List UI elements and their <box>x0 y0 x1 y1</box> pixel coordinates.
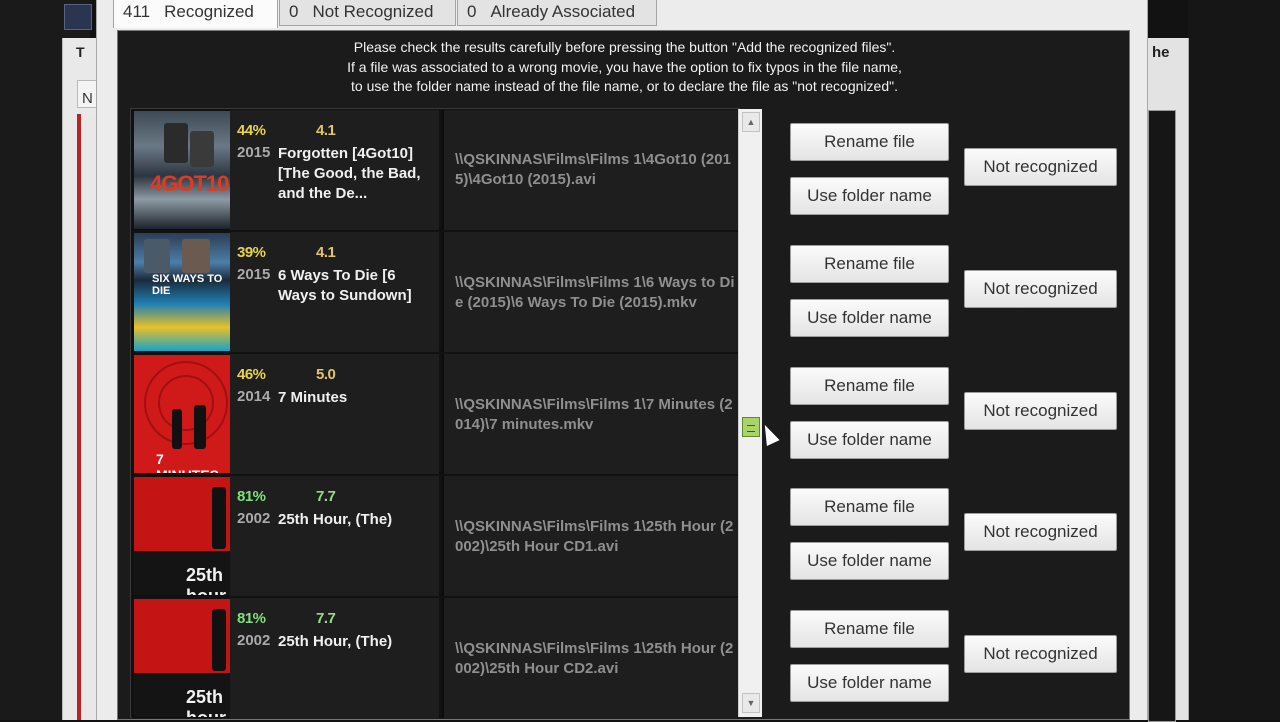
match-info: 44% 4.1 2015 Forgotten [4Got10] [The Goo… <box>230 110 439 230</box>
match-percent: 81% <box>237 488 266 505</box>
file-path: \\QSKINNAS\Films\Films 1\25th Hour (2002… <box>455 518 734 555</box>
movie-year: 2002 <box>237 632 271 649</box>
results-scrollbar[interactable]: ▲ ▼ <box>738 109 762 717</box>
movie-year: 2002 <box>237 510 271 527</box>
match-percent: 46% <box>237 366 266 383</box>
movie-poster: SIX WAYS TO DIE <box>134 233 230 351</box>
scroll-down-icon[interactable]: ▼ <box>742 693 760 713</box>
use-folder-name-button[interactable]: Use folder name <box>790 177 949 215</box>
rename-file-button[interactable]: Rename file <box>790 488 949 526</box>
result-row[interactable]: 7 MINUTES 46% 5.0 2014 7 Minutes \\QSKIN… <box>132 354 750 474</box>
not-recognized-button[interactable]: Not recognized <box>964 148 1117 186</box>
movie-title: 6 Ways To Die [6 Ways to Sundown] <box>278 267 412 304</box>
file-path-cell: \\QSKINNAS\Films\Films 1\25th Hour (2002… <box>442 476 750 596</box>
match-info: 39% 4.1 2015 6 Ways To Die [6 Ways to Su… <box>230 232 439 352</box>
poster-figure <box>172 409 182 449</box>
movie-rating: 7.7 <box>316 488 336 505</box>
parent-heading: he <box>1152 44 1170 61</box>
file-path-cell: \\QSKINNAS\Films\Films 1\6 Ways to Die (… <box>442 232 750 352</box>
instruction-line: Please check the results carefully befor… <box>353 39 896 55</box>
rename-file-button[interactable]: Rename file <box>790 245 949 283</box>
poster-figure <box>194 405 206 449</box>
results-panel: Please check the results carefully befor… <box>117 30 1130 720</box>
movie-title: 7 Minutes <box>278 389 348 406</box>
not-recognized-button[interactable]: Not recognized <box>964 270 1117 308</box>
movie-year: 2015 <box>237 266 271 283</box>
instructions-text: Please check the results carefully befor… <box>118 38 1131 97</box>
result-row[interactable]: 4GOT10 44% 4.1 2015 Forgotten [4Got10] [… <box>132 110 750 230</box>
poster-title: 25th hour <box>186 687 226 717</box>
poster-title: 4GOT10 <box>150 171 229 196</box>
poster-title: 7 MINUTES <box>156 451 219 473</box>
parent-content-right <box>1148 110 1176 722</box>
tab-recognized[interactable]: 411 Recognized <box>113 0 278 28</box>
instruction-line: If a file was associated to a wrong movi… <box>347 58 902 75</box>
file-path: \\QSKINNAS\Films\Films 1\4Got10 (2015)\4… <box>455 151 731 188</box>
file-path: \\QSKINNAS\Films\Films 1\25th Hour (2002… <box>455 640 734 677</box>
poster-figure <box>182 239 210 273</box>
scroll-up-icon[interactable]: ▲ <box>742 112 760 132</box>
rename-file-button[interactable]: Rename file <box>790 123 949 161</box>
not-recognized-button[interactable]: Not recognized <box>964 392 1117 430</box>
results-list[interactable]: 4GOT10 44% 4.1 2015 Forgotten [4Got10] [… <box>130 108 750 718</box>
movie-title: 25th Hour, (The) <box>278 511 393 528</box>
tab-count: 411 <box>123 2 151 21</box>
movie-year: 2015 <box>237 144 271 161</box>
result-row[interactable]: 25th hour 81% 7.7 2002 25th Hour, (The) … <box>132 598 750 718</box>
file-path-cell: \\QSKINNAS\Films\Films 1\4Got10 (2015)\4… <box>442 110 750 230</box>
poster-title: SIX WAYS TO DIE <box>152 273 223 297</box>
file-path-cell: \\QSKINNAS\Films\Films 1\25th Hour (2002… <box>442 598 750 718</box>
match-info: 46% 5.0 2014 7 Minutes <box>230 354 439 474</box>
poster-figure <box>190 131 214 167</box>
poster-figure <box>164 123 188 163</box>
poster-figure <box>212 609 226 671</box>
movie-rating: 4.1 <box>316 122 336 139</box>
parent-title: T <box>76 44 85 60</box>
poster-title: 25th hour <box>186 565 226 595</box>
use-folder-name-button[interactable]: Use folder name <box>790 664 949 702</box>
poster-figure <box>212 487 226 549</box>
tab-not-recognized[interactable]: 0 Not Recognized <box>279 0 456 26</box>
use-folder-name-button[interactable]: Use folder name <box>790 299 949 337</box>
movie-title: 25th Hour, (The) <box>278 633 393 650</box>
desktop-background-right <box>1188 0 1280 720</box>
match-percent: 44% <box>237 122 266 139</box>
tab-label: Already Associated <box>490 2 636 21</box>
movie-poster: 7 MINUTES <box>134 355 230 473</box>
movie-rating: 7.7 <box>316 610 336 627</box>
use-folder-name-button[interactable]: Use folder name <box>790 542 949 580</box>
match-percent: 39% <box>237 244 266 261</box>
tab-already-associated[interactable]: 0 Already Associated <box>457 0 657 26</box>
movie-poster: 4GOT10 <box>134 111 230 229</box>
parent-window-right: he <box>1148 38 1189 722</box>
recognition-dialog: 411 Recognized 0 Not Recognized 0 Already A… <box>96 0 1148 720</box>
result-row[interactable]: 25th hour 81% 7.7 2002 25th Hour, (The) … <box>132 476 750 596</box>
movie-rating: 4.1 <box>316 244 336 261</box>
movie-rating: 5.0 <box>316 366 336 383</box>
match-info: 81% 7.7 2002 25th Hour, (The) <box>230 476 439 596</box>
instruction-line: to use the folder name instead of the fi… <box>351 78 898 94</box>
rename-file-button[interactable]: Rename file <box>790 610 949 648</box>
tab-count: 0 <box>289 2 299 21</box>
tab-label: Recognized <box>164 2 254 21</box>
tab-count: 0 <box>467 2 477 21</box>
rename-file-button[interactable]: Rename file <box>790 367 949 405</box>
file-path-cell: \\QSKINNAS\Films\Films 1\7 Minutes (2014… <box>442 354 750 474</box>
not-recognized-button[interactable]: Not recognized <box>964 635 1117 673</box>
file-path: \\QSKINNAS\Films\Films 1\7 Minutes (2014… <box>455 396 733 433</box>
parent-accent-bar <box>77 114 81 720</box>
movie-title: Forgotten [4Got10] [The Good, the Bad, a… <box>278 145 421 202</box>
tab-label: Not Recognized <box>312 2 434 21</box>
movie-year: 2014 <box>237 388 271 405</box>
movie-poster: 25th hour <box>134 477 230 595</box>
match-percent: 81% <box>237 610 266 627</box>
result-row[interactable]: SIX WAYS TO DIE 39% 4.1 2015 6 Ways To D… <box>132 232 750 352</box>
match-info: 81% 7.7 2002 25th Hour, (The) <box>230 598 439 718</box>
app-icon[interactable] <box>64 4 92 30</box>
movie-poster: 25th hour <box>134 599 230 717</box>
poster-figure <box>144 239 170 273</box>
not-recognized-button[interactable]: Not recognized <box>964 513 1117 551</box>
file-path: \\QSKINNAS\Films\Films 1\6 Ways to Die (… <box>455 274 735 311</box>
use-folder-name-button[interactable]: Use folder name <box>790 421 949 459</box>
